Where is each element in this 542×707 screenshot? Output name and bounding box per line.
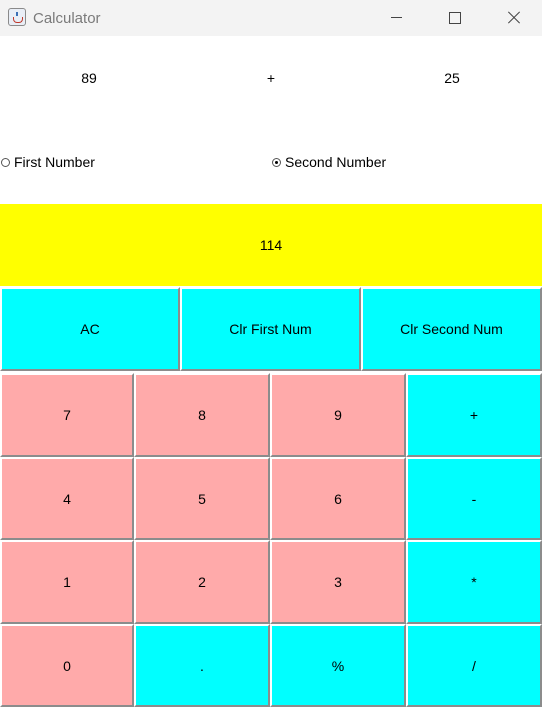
divide-button[interactable]: / — [406, 624, 542, 707]
operator-display: + — [266, 70, 276, 86]
digit-3-button[interactable]: 3 — [270, 540, 406, 624]
maximize-icon[interactable] — [426, 0, 484, 36]
second-number-display: 25 — [444, 70, 460, 86]
plus-button[interactable]: + — [406, 373, 542, 457]
digit-6-button[interactable]: 6 — [270, 457, 406, 540]
second-number-radio-label: Second Number — [285, 154, 387, 170]
digit-5-button[interactable]: 5 — [134, 457, 270, 540]
clear-first-number-button[interactable]: Clr First Num — [180, 287, 361, 371]
first-number-radio-label: First Number — [14, 154, 95, 170]
java-app-icon — [8, 8, 26, 26]
percent-button[interactable]: % — [270, 624, 406, 707]
radio-unchecked-icon[interactable] — [1, 157, 10, 167]
second-number-radio[interactable]: Second Number — [272, 154, 386, 170]
digit-7-button[interactable]: 7 — [0, 373, 134, 457]
multiply-button[interactable]: * — [406, 540, 542, 624]
digit-2-button[interactable]: 2 — [134, 540, 270, 624]
first-number-display: 89 — [81, 70, 97, 86]
minus-button[interactable]: - — [406, 457, 542, 540]
digit-0-button[interactable]: 0 — [0, 624, 134, 707]
first-number-radio[interactable]: First Number — [1, 154, 95, 170]
digit-9-button[interactable]: 9 — [270, 373, 406, 457]
radio-checked-icon[interactable] — [272, 157, 281, 167]
digit-8-button[interactable]: 8 — [134, 373, 270, 457]
digit-1-button[interactable]: 1 — [0, 540, 134, 624]
close-icon[interactable] — [484, 0, 542, 36]
window-title: Calculator — [33, 10, 101, 27]
ac-button[interactable]: AC — [0, 287, 180, 371]
decimal-point-button[interactable]: . — [134, 624, 270, 707]
clear-second-number-button[interactable]: Clr Second Num — [361, 287, 542, 371]
minimize-icon[interactable] — [368, 0, 426, 36]
title-bar: Calculator — [0, 0, 542, 36]
digit-4-button[interactable]: 4 — [0, 457, 134, 540]
result-display: 114 — [0, 204, 542, 286]
